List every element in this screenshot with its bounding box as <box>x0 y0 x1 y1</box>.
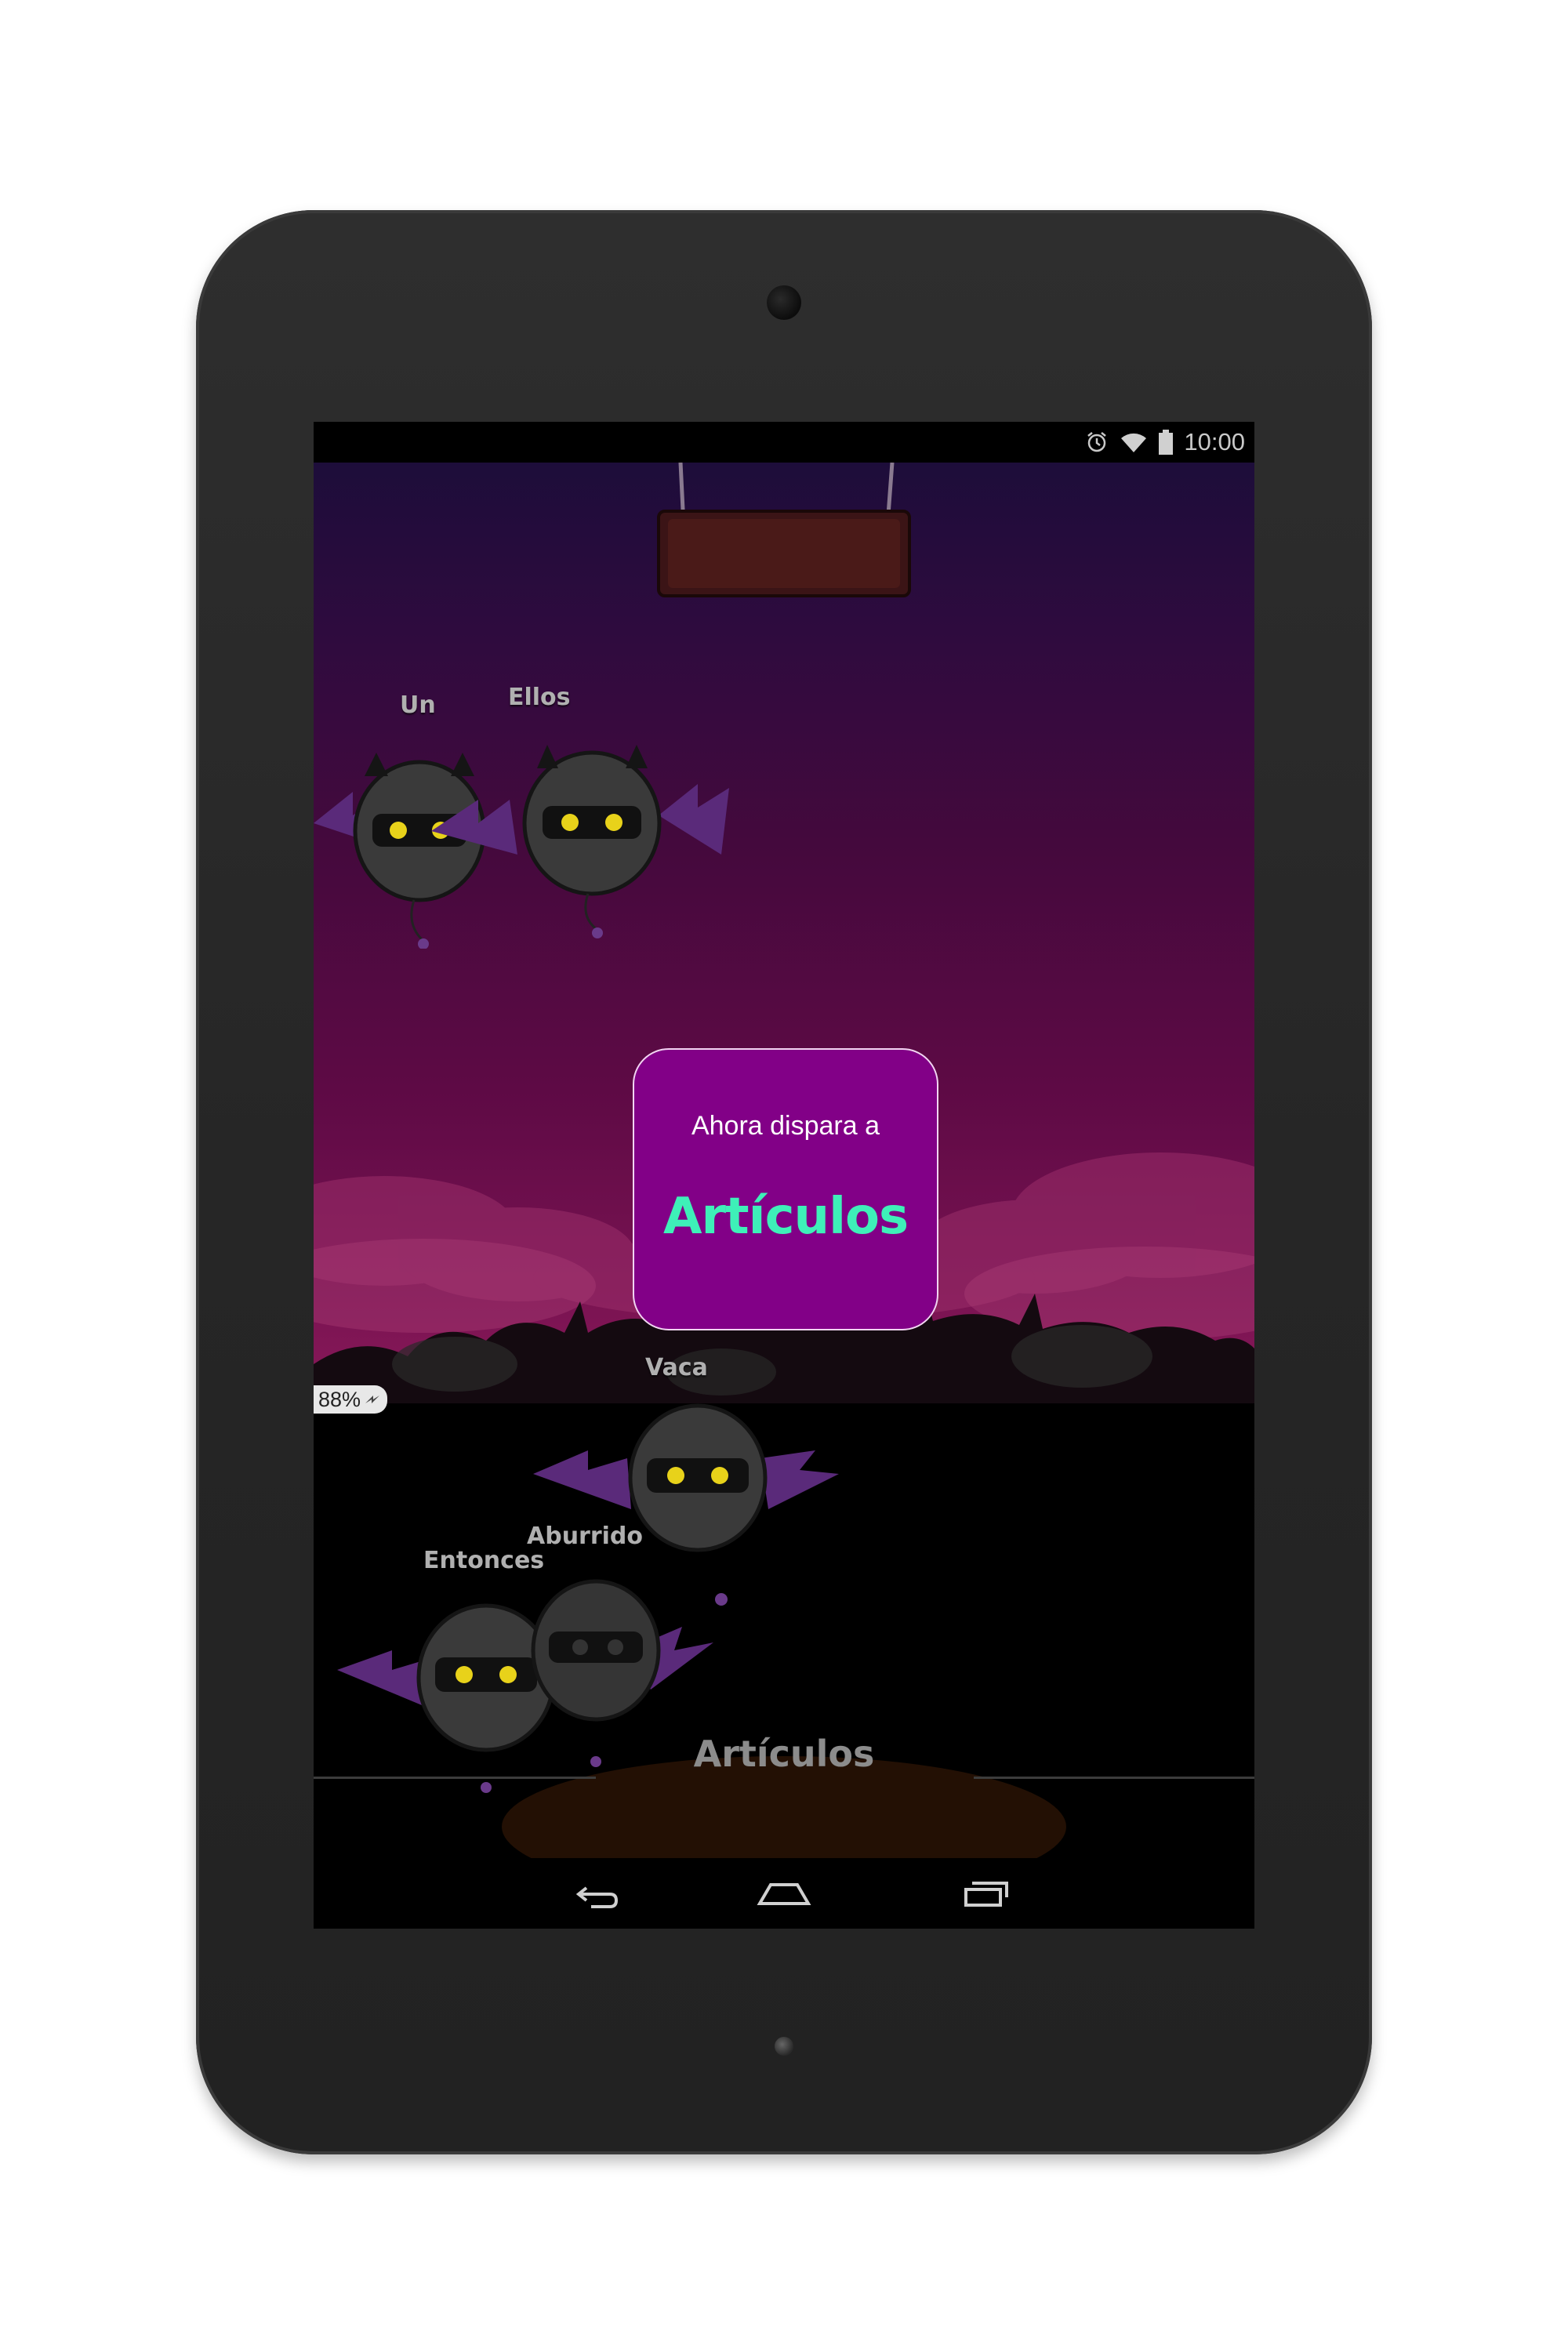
dialog-prompt: Ahora dispara a <box>691 1111 880 1141</box>
status-bar: 10:00 <box>314 422 1254 463</box>
alarm-icon <box>1085 430 1109 454</box>
home-button[interactable] <box>749 1867 819 1919</box>
back-icon <box>575 1886 619 1908</box>
device-screen: 10:00 Un Ellos Vaca Entonces Aburrido 88… <box>314 422 1254 1929</box>
enemy-word: Aburrido <box>527 1523 644 1550</box>
wifi-icon <box>1120 430 1148 454</box>
charging-icon <box>364 1388 381 1412</box>
enemy-word: Vaca <box>645 1354 708 1381</box>
divider-left <box>314 1777 596 1779</box>
battery-badge: 88% <box>314 1385 388 1414</box>
status-clock: 10:00 <box>1184 428 1245 456</box>
battery-icon <box>1159 430 1174 455</box>
game-area[interactable]: Un Ellos Vaca Entonces Aburrido 88% Ahor… <box>314 463 1254 1858</box>
light-sensor <box>775 2037 793 2056</box>
nav-bar <box>314 1858 1254 1929</box>
target-dialog: Ahora dispara a Artículos <box>633 1048 938 1330</box>
bat-enemy[interactable] <box>423 713 784 941</box>
enemy-word: Ellos <box>508 684 571 711</box>
back-button[interactable] <box>560 1867 630 1919</box>
front-camera <box>767 285 801 320</box>
dialog-target: Artículos <box>662 1188 909 1246</box>
recents-button[interactable] <box>949 1867 1019 1919</box>
hanging-sign <box>657 463 911 597</box>
divider-right <box>974 1777 1254 1779</box>
current-category: Artículos <box>693 1733 875 1775</box>
recents-icon <box>964 1882 1008 1907</box>
home-icon <box>757 1883 811 1905</box>
battery-percent: 88% <box>318 1387 361 1411</box>
